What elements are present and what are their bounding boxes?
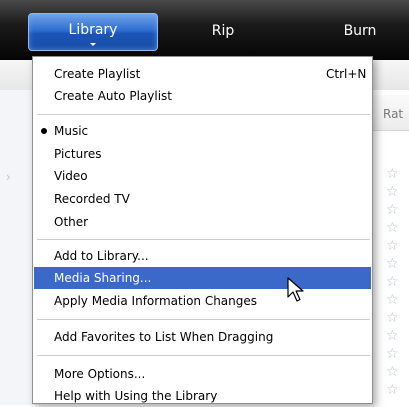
menu-separator <box>37 239 370 240</box>
menu-item-add-favorites[interactable]: Add Favorites to List When Dragging <box>34 326 371 348</box>
star-rating-icon[interactable]: ☆ <box>386 167 399 181</box>
menu-item-create-playlist[interactable]: Create Playlist Ctrl+N <box>34 63 371 85</box>
mouse-pointer-icon <box>287 277 304 302</box>
menu-item-label: Add to Library... <box>54 249 149 263</box>
menu-item-apply-media-information-changes[interactable]: Apply Media Information Changes <box>34 290 371 312</box>
menu-separator <box>37 319 370 320</box>
tab-rip[interactable]: Rip <box>178 13 268 49</box>
star-rating-icon[interactable]: ☆ <box>386 365 399 379</box>
menu-item-label: Music <box>54 124 89 138</box>
menu-item-music[interactable]: Music <box>34 120 371 142</box>
menu-item-other[interactable]: Other <box>34 211 371 233</box>
nav-arrow-icon: › <box>6 170 11 184</box>
radio-bullet-icon <box>41 128 47 134</box>
menu-item-help[interactable]: Help with Using the Library <box>34 385 371 407</box>
menu-item-label: Recorded TV <box>54 192 130 206</box>
menu-item-create-auto-playlist[interactable]: Create Auto Playlist <box>34 85 371 107</box>
tab-library-label: Library <box>68 22 118 38</box>
menu-separator <box>37 114 370 115</box>
chevron-down-icon <box>90 43 96 46</box>
menu-item-label: Create Playlist <box>54 67 141 81</box>
star-rating-icon[interactable]: ☆ <box>386 311 399 325</box>
tab-rip-label: Rip <box>211 23 235 39</box>
star-rating-icon[interactable]: ☆ <box>386 275 399 289</box>
tab-burn[interactable]: Burn <box>330 13 390 49</box>
star-rating-icon[interactable]: ☆ <box>386 257 399 271</box>
menu-item-video[interactable]: Video <box>34 165 371 187</box>
rating-column-header[interactable]: Rat <box>368 95 409 131</box>
star-rating-icon[interactable]: ☆ <box>386 239 399 253</box>
menu-separator <box>37 355 370 356</box>
menu-item-shortcut: Ctrl+N <box>326 67 367 81</box>
menu-item-pictures[interactable]: Pictures <box>34 143 371 165</box>
menu-item-label: More Options... <box>54 367 146 381</box>
menu-item-label: Add Favorites to List When Dragging <box>54 330 274 344</box>
library-dropdown-menu: Create Playlist Ctrl+N Create Auto Playl… <box>32 56 373 404</box>
menu-item-recorded-tv[interactable]: Recorded TV <box>34 188 371 210</box>
star-rating-icon[interactable]: ☆ <box>386 185 399 199</box>
tab-burn-label: Burn <box>343 23 377 39</box>
star-rating-icon[interactable]: ☆ <box>386 347 399 361</box>
menu-item-media-sharing[interactable]: Media Sharing... <box>34 267 371 289</box>
star-rating-icon[interactable]: ☆ <box>386 203 399 217</box>
star-rating-icon[interactable]: ☆ <box>386 329 399 343</box>
menu-item-label: Other <box>54 215 89 229</box>
menu-item-label: Create Auto Playlist <box>54 89 173 103</box>
menu-item-label: Help with Using the Library <box>54 389 218 403</box>
star-rating-icon[interactable]: ☆ <box>386 221 399 235</box>
star-rating-icon[interactable]: ☆ <box>386 293 399 307</box>
menu-item-more-options[interactable]: More Options... <box>34 363 371 385</box>
menu-item-add-to-library[interactable]: Add to Library... <box>34 245 371 267</box>
menu-item-label: Video <box>54 169 88 183</box>
menu-item-label: Pictures <box>54 147 102 161</box>
top-toolbar: Library Rip Burn <box>0 0 409 61</box>
star-rating-icon[interactable]: ☆ <box>386 383 399 397</box>
tab-library[interactable]: Library <box>28 13 158 51</box>
menu-item-label: Media Sharing... <box>54 271 152 285</box>
menu-item-label: Apply Media Information Changes <box>54 294 258 308</box>
